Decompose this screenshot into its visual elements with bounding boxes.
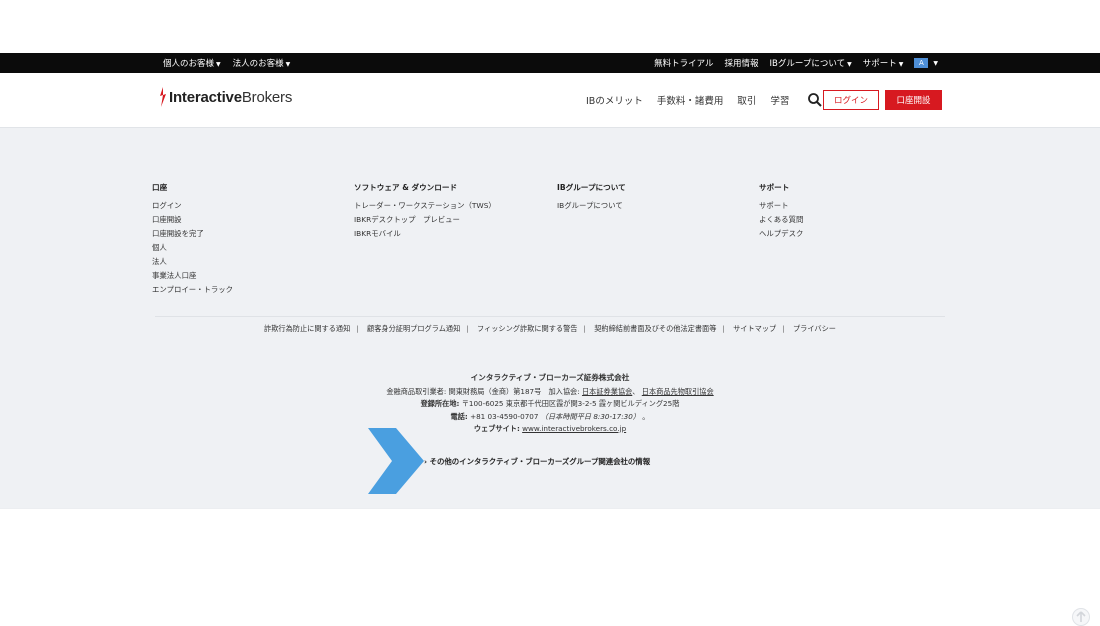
footer-link[interactable]: 個人 (152, 241, 233, 255)
column-heading: ソフトウェア & ダウンロード (354, 183, 458, 192)
chevron-down-icon: ▼ (285, 61, 291, 68)
footer-column-about: IBグループについて IBグループについて (557, 182, 626, 213)
audience-menu: 個人のお客様 ▼ 法人のお客様 ▼ (163, 53, 290, 73)
nav-education[interactable]: 学習 (770, 93, 789, 107)
footer-link[interactable]: 口座開設 (152, 213, 233, 227)
search-icon[interactable] (807, 92, 823, 108)
footer-link[interactable]: IBグループについて (557, 199, 626, 213)
page-bottom-edge (0, 508, 1100, 509)
logo-text: InteractiveBrokers (169, 88, 293, 106)
legal-link[interactable]: フィッシング詐欺に関する警告 (477, 324, 577, 333)
ib-logo-icon (160, 87, 166, 107)
footer-column-support: サポート サポート よくある質問 ヘルプデスク (759, 182, 803, 241)
column-heading: 口座 (152, 183, 168, 192)
footer-column-account: 口座 ログイン 口座開設 口座開設を完了 個人 法人 事業法人口座 エンプロイー… (152, 182, 233, 297)
footer-column-software: ソフトウェア & ダウンロード トレーダー・ワークステーション（TWS） IBK… (354, 182, 496, 241)
footer-link[interactable]: IBKRモバイル (354, 227, 496, 241)
footer-link[interactable]: ヘルプデスク (759, 227, 803, 241)
primary-nav: IBのメリット 手数料・諸費用 取引 学習 (586, 73, 823, 127)
menu-individual[interactable]: 個人のお客様 ▼ (163, 57, 221, 69)
website-link[interactable]: www.interactivebrokers.co.jp (522, 424, 626, 433)
scroll-to-top-icon[interactable] (1072, 608, 1090, 626)
nav-benefits[interactable]: IBのメリット (586, 93, 643, 107)
footer-link[interactable]: トレーダー・ワークステーション（TWS） (354, 199, 496, 213)
chevron-down-icon: ▼ (898, 61, 904, 68)
address-line: 登録所在地: 〒100-6025 東京都千代田区霞が関3-2-5 霞ヶ関ビルディ… (420, 399, 680, 409)
footer-link[interactable]: エンプロイー・トラック (152, 283, 233, 297)
footer-link[interactable]: 法人 (152, 255, 233, 269)
menu-about-ib[interactable]: IBグループについて ▼ (770, 57, 852, 69)
company-name: インタラクティブ・ブローカーズ証券株式会社 (470, 373, 630, 382)
link-free-trial[interactable]: 無料トライアル (654, 57, 713, 69)
utility-links: 無料トライアル 採用情報 IBグループについて ▼ サポート ▼ A ▼ (654, 53, 938, 73)
nav-pricing[interactable]: 手数料・諸費用 (657, 93, 724, 107)
legal-link[interactable]: 詐欺行為防止に関する通知 (264, 324, 350, 333)
footer-link[interactable]: よくある質問 (759, 213, 803, 227)
footer-divider (155, 316, 945, 317)
chevron-down-icon: ▼ (216, 61, 221, 68)
footer-link[interactable]: IBKRデスクトップ プレビュー (354, 213, 496, 227)
footer-link[interactable]: 事業法人口座 (152, 269, 233, 283)
open-account-button[interactable]: 口座開設 (885, 90, 942, 110)
group-companies-link[interactable]: › その他のインタラクティブ・ブローカーズグループ関連会社の情報 (424, 456, 650, 467)
column-heading: サポート (759, 183, 790, 192)
main-navigation: InteractiveBrokers IBのメリット 手数料・諸費用 取引 学習… (0, 73, 1100, 128)
company-info: インタラクティブ・ブローカーズ証券株式会社 金融商品取引業者: 関東財務局（金商… (0, 372, 1100, 435)
link-careers[interactable]: 採用情報 (725, 57, 759, 69)
association-link-jsda[interactable]: 日本証券業協会 (582, 387, 632, 396)
column-heading: IBグループについて (557, 183, 626, 192)
language-selector[interactable]: A ▼ (914, 58, 938, 68)
menu-corporate[interactable]: 法人のお客様 ▼ (233, 57, 291, 69)
website-line: ウェブサイト: www.interactivebrokers.co.jp (473, 423, 627, 433)
legal-link[interactable]: 契約締結前書面及びその他法定書面等 (594, 324, 716, 333)
association-link-commodity[interactable]: 日本商品先物取引協会 (642, 387, 714, 396)
translate-icon: A (914, 58, 929, 68)
footer-link[interactable]: 口座開設を完了 (152, 227, 233, 241)
footer: 口座 ログイン 口座開設 口座開設を完了 個人 法人 事業法人口座 エンプロイー… (0, 128, 1100, 626)
logo[interactable]: InteractiveBrokers (157, 86, 292, 108)
legal-link[interactable]: 顧客身分証明プログラム通知 (367, 324, 460, 333)
legal-links: 詐欺行為防止に関する通知 | 顧客身分証明プログラム通知 | フィッシング詐欺に関す… (264, 324, 836, 333)
blue-chevron-arrow-icon (368, 428, 424, 494)
footer-link[interactable]: ログイン (152, 199, 233, 213)
top-utility-bar: 個人のお客様 ▼ 法人のお客様 ▼ 無料トライアル 採用情報 IBグループについて ▼… (0, 53, 1100, 73)
registration-line: 金融商品取引業者: 関東財務局（金商）第187号 加入協会: 日本証券業協会、 … (386, 387, 714, 397)
menu-support[interactable]: サポート ▼ (863, 57, 904, 69)
chevron-down-icon: ▼ (847, 61, 852, 68)
legal-link[interactable]: プライバシー (793, 324, 836, 333)
legal-link[interactable]: サイトマップ (733, 324, 776, 333)
footer-link[interactable]: サポート (759, 199, 803, 213)
login-button[interactable]: ログイン (823, 90, 879, 110)
phone-line: 電話: +81 03-4590-0707 （日本時間平日 8:30-17:30）… (450, 411, 650, 421)
chevron-down-icon: ▼ (933, 59, 938, 67)
nav-trading[interactable]: 取引 (737, 93, 756, 107)
